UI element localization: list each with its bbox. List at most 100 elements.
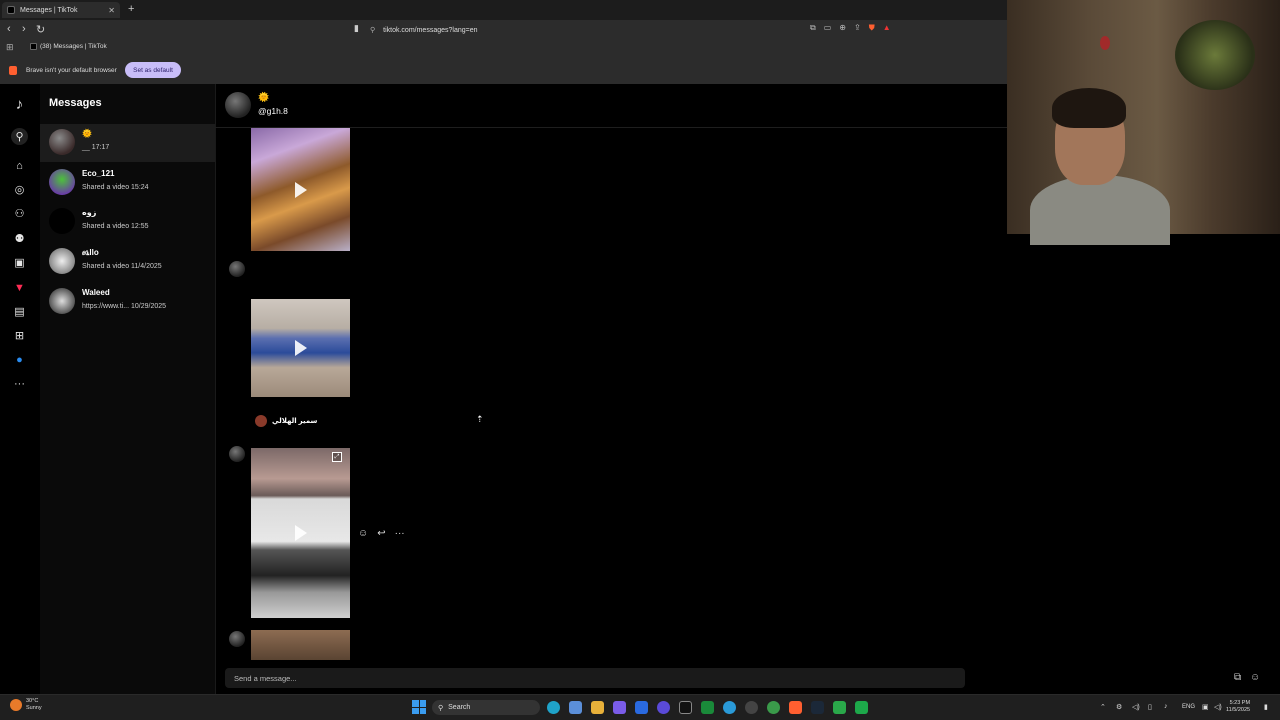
editor-icon[interactable] [635,701,648,714]
more-icon[interactable]: ··· [11,375,28,392]
set-as-default-button[interactable]: Set as default [125,62,181,78]
chat-handle[interactable]: @g1h.8 [258,106,288,116]
mouse-cursor-icon: ⇡ [476,414,484,424]
infobar-text: Brave isn't your default browser [26,67,117,74]
emoji-icon[interactable]: ☺ [1250,672,1260,683]
conversation-item[interactable]: زوه Shared a video 12:55 [40,203,215,241]
conversation-name: 🌞 [82,129,92,138]
tab-title: Messages | TikTok [20,6,78,14]
telegram-icon[interactable] [723,701,736,714]
avatar [49,208,75,234]
react-icon[interactable]: ☺ [358,528,368,539]
avatar[interactable] [225,92,251,118]
file-explorer-icon[interactable] [591,701,604,714]
site-info-icon[interactable]: ⚲ [370,26,375,34]
upload-icon[interactable]: ⊞ [11,327,28,344]
bookmark-icon[interactable]: ▮ [354,23,359,34]
apps-grid-icon[interactable]: ⊞ [6,42,14,53]
play-icon [294,181,307,198]
activity-icon[interactable]: ▼ [11,279,28,296]
taskbar-search-label: Search [448,704,471,711]
mic-icon[interactable]: ♪ [1164,703,1168,710]
shared-video-card[interactable] [251,128,350,251]
steam-icon[interactable] [811,701,824,714]
edge-icon[interactable] [547,701,560,714]
following-icon[interactable]: ⚇ [11,205,28,222]
webcam-person-hair [1052,88,1126,128]
message-input[interactable] [225,668,965,688]
weather-widget[interactable]: 30°C Sunny [10,698,42,712]
conversation-item[interactable]: Eco_121 Shared a video 15:24 [40,164,215,202]
plus-icon[interactable]: + [128,3,134,15]
profile-icon[interactable]: ● [11,351,28,368]
brave-rewards-icon[interactable]: ▲ [883,23,891,33]
message-composer [225,668,965,688]
image-upload-icon[interactable]: ⧉ [1234,672,1241,683]
brave-icon[interactable] [789,701,802,714]
obs-icon[interactable] [745,701,758,714]
chat-display-name: 🌞 [258,92,270,102]
chrome-icon[interactable] [767,701,780,714]
more-icon[interactable]: ··· [395,528,405,539]
search-icon: ⚲ [438,704,444,712]
messages-icon[interactable]: ▤ [11,303,28,320]
reload-icon[interactable]: ↻ [36,23,45,36]
home-icon[interactable]: ⌂ [11,157,28,174]
volume-icon[interactable]: ◁) [1132,703,1140,711]
bookmark-item[interactable]: (38) Messages | TikTok [30,43,107,50]
weather-condition: Sunny [26,705,42,711]
tray-icon[interactable]: ⚙ [1116,703,1122,711]
play-icon [294,340,307,356]
play-icon [294,525,307,541]
tiktok-logo-icon[interactable]: ♪ [11,96,28,113]
app-icon[interactable] [855,701,868,714]
terminal-icon[interactable] [679,701,692,714]
taskbar-clock[interactable]: 5:23 PM 11/5/2025 [1226,700,1250,714]
reply-icon[interactable]: ↩ [377,528,385,539]
tiktok-favicon-icon [7,6,15,14]
share-icon[interactable]: ⇪ [854,23,861,33]
app-icon[interactable] [657,701,670,714]
taskbar-search[interactable]: ⚲ Search [432,700,540,715]
expand-icon[interactable]: ⤢ [332,452,342,462]
explore-icon[interactable]: ◎ [11,181,28,198]
video-author[interactable]: سمير الهلالي [255,415,317,427]
conversation-preview: Shared a video 15:24 [82,184,149,191]
conversation-name: Waleed [82,288,110,297]
shared-video-card[interactable] [251,299,350,397]
conversation-preview: https://www.ti... 10/29/2025 [82,303,167,310]
language-indicator[interactable]: ENG [1182,704,1195,710]
excel-icon[interactable] [701,701,714,714]
conversation-item[interactable]: Waleed https://www.ti... 10/29/2025 [40,283,215,321]
zoom-icon[interactable]: ⊕ [839,23,846,33]
shared-video-card[interactable] [251,630,350,660]
brave-shields-icon[interactable]: ⛊ [869,23,875,33]
close-icon[interactable]: ✕ [108,6,115,15]
speaker-icon[interactable]: ◁) [1214,703,1222,711]
shared-video-card[interactable] [251,448,350,618]
search-icon[interactable]: ⚲ [11,128,28,145]
notification-icon[interactable]: ▮ [1264,703,1268,711]
windows-start-icon[interactable] [412,700,426,714]
conversation-item[interactable]: 🌞 __ 17:17 [40,124,215,162]
webcam-plant [1175,20,1255,90]
battery-icon[interactable]: ▯ [1148,703,1152,711]
reader-icon[interactable]: ⧉ [810,23,816,33]
chevron-up-icon[interactable]: ⌃ [1100,703,1106,711]
avatar [229,446,245,462]
browser-nav-bar: ‹ › ↻ ▮ ⚲ tiktok.com/messages?lang=en ⧉ … [0,20,1007,40]
forward-icon[interactable]: › [22,23,26,35]
cast-icon[interactable]: ▭ [824,23,832,33]
friends-icon[interactable]: ⚉ [11,230,28,247]
network-icon[interactable]: ▣ [1202,703,1209,711]
nav-toolbar-icons: ⧉ ▭ ⊕ ⇪ ⛊ ▲ [810,23,891,33]
mail-icon[interactable] [569,701,582,714]
sun-icon [10,699,22,711]
back-icon[interactable]: ‹ [7,23,11,35]
discord-icon[interactable] [613,701,626,714]
browser-tab[interactable]: Messages | TikTok ✕ [2,2,120,18]
clock-date: 11/5/2025 [1226,707,1251,713]
conversation-item[interactable]: ፀኒllo Shared a video 11/4/2025 [40,243,215,281]
xbox-icon[interactable] [833,701,846,714]
live-icon[interactable]: ▣ [11,254,28,271]
